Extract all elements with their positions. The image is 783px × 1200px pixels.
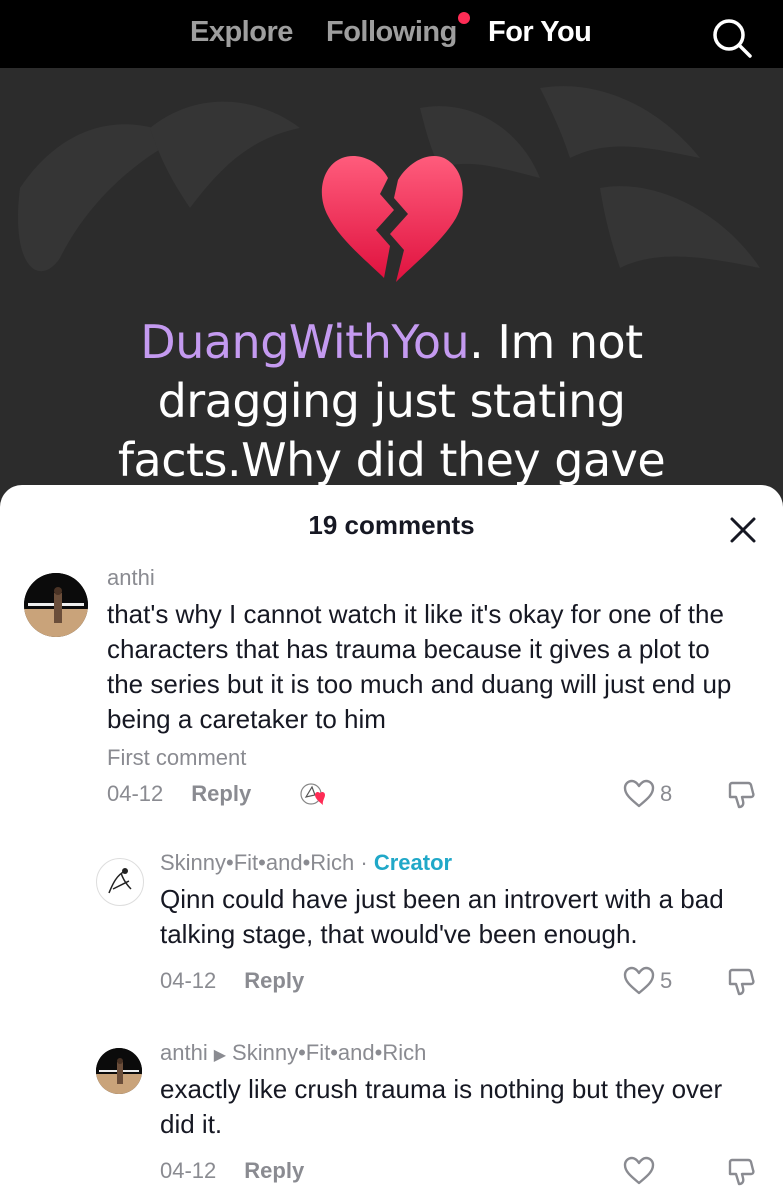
caption-username[interactable]: DuangWithYou: [140, 315, 469, 369]
reply-comment-item: Skinny•Fit•and•Rich · Creator Qinn could…: [0, 850, 783, 1000]
reply-button[interactable]: Reply: [244, 968, 304, 993]
comments-sheet: 19 comments anthi that's why I cannot wa…: [0, 485, 783, 1200]
reply-to-username[interactable]: Skinny•Fit•and•Rich: [232, 1040, 426, 1065]
broken-heart-icon: [318, 150, 464, 286]
comment-meta: 04-12 Reply: [160, 968, 304, 994]
reply-username[interactable]: anthi: [160, 1040, 208, 1065]
creator-liked-icon: [298, 781, 332, 807]
comment-username: anthi ▶ Skinny•Fit•and•Rich: [160, 1040, 426, 1066]
tab-explore[interactable]: Explore: [190, 16, 293, 49]
avatar[interactable]: [96, 858, 144, 906]
dislike-icon[interactable]: [725, 1156, 757, 1188]
comment-item: anthi that's why I cannot watch it like …: [0, 565, 783, 825]
comment-username[interactable]: anthi: [107, 565, 155, 591]
notification-dot: [458, 12, 470, 24]
comment-text: that's why I cannot watch it like it's o…: [107, 599, 732, 734]
comment-username: Skinny•Fit•and•Rich · Creator: [160, 850, 452, 876]
like-heart-icon[interactable]: [622, 1156, 656, 1186]
comment-date: 04-12: [107, 781, 164, 806]
comment-date: 04-12: [160, 968, 217, 993]
close-icon[interactable]: [728, 515, 758, 545]
app: Explore Following For You DuangWithYou. …: [0, 0, 783, 1200]
creator-separator: ·: [354, 850, 374, 875]
like-count: 8: [660, 781, 673, 806]
comments-count-title: 19 comments: [308, 510, 475, 540]
top-nav: Explore Following For You: [0, 0, 783, 68]
reply-button[interactable]: Reply: [244, 1158, 304, 1183]
like-count: 5: [660, 968, 673, 993]
tab-for-you[interactable]: For You: [488, 16, 592, 49]
like-heart-icon[interactable]: [622, 966, 656, 996]
comment-meta: 04-12 Reply: [107, 781, 251, 807]
avatar[interactable]: [96, 1048, 142, 1094]
comment-text: exactly like crush trauma is nothing but…: [160, 1074, 723, 1139]
dislike-icon[interactable]: [725, 779, 757, 811]
first-comment-badge: First comment: [107, 745, 247, 770]
creator-badge: Creator: [373, 850, 453, 875]
reply-button[interactable]: Reply: [191, 781, 251, 806]
tab-following[interactable]: Following: [326, 16, 457, 49]
comment-meta: 04-12 Reply: [160, 1158, 304, 1184]
like-heart-icon[interactable]: [622, 779, 656, 809]
reply-arrow-icon: ▶: [213, 1047, 227, 1064]
video-caption: DuangWithYou. Im not dragging just stati…: [60, 313, 723, 490]
comment-date: 04-12: [160, 1158, 217, 1183]
search-icon[interactable]: [710, 16, 754, 60]
reply-comment-item: anthi ▶ Skinny•Fit•and•Rich exactly like c…: [0, 1040, 783, 1190]
comment-text: Qinn could have just been an introvert w…: [160, 884, 724, 949]
reply-username[interactable]: Skinny•Fit•and•Rich: [160, 850, 354, 875]
dislike-icon[interactable]: [725, 966, 757, 998]
avatar[interactable]: [24, 573, 88, 637]
